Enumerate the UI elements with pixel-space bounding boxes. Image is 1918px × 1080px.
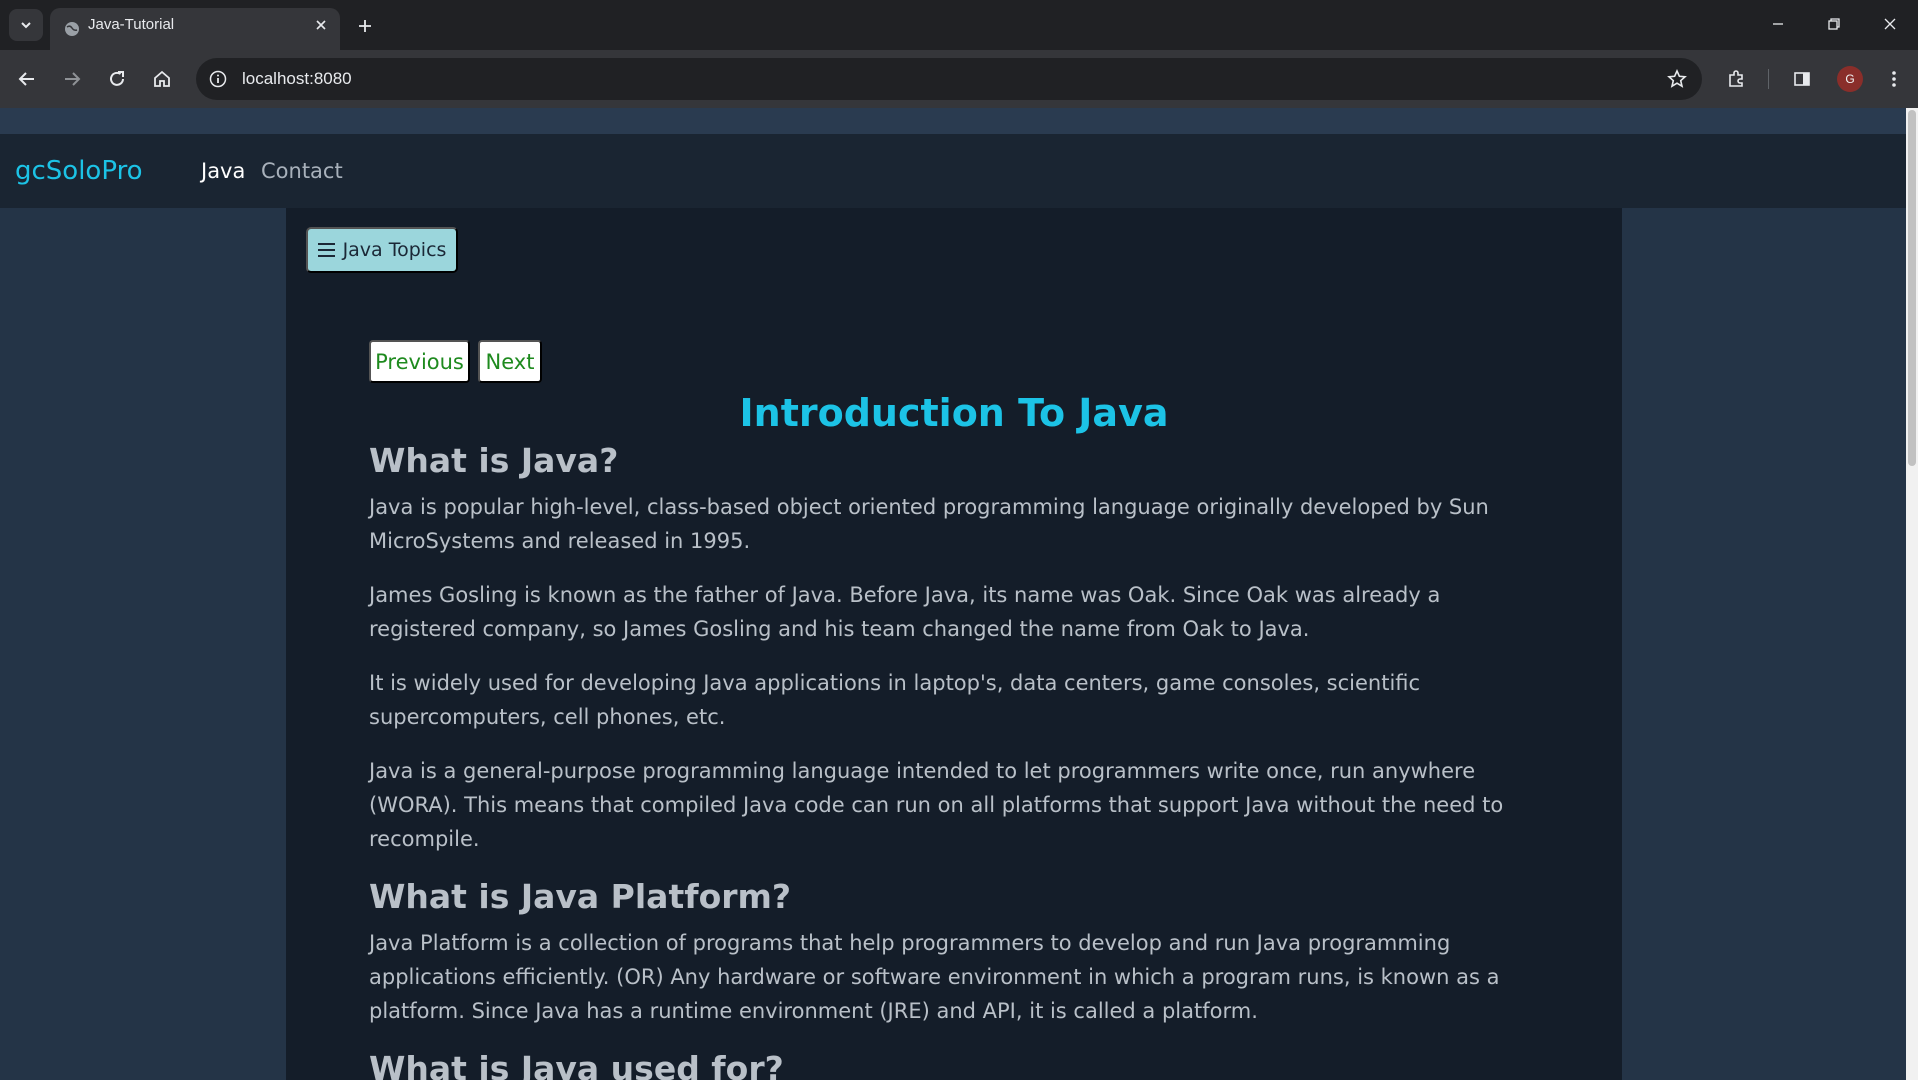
section-heading: What is Java used for? xyxy=(369,1049,784,1080)
hamburger-icon xyxy=(317,243,335,257)
paragraph: It is widely used for developing Java ap… xyxy=(369,671,1421,729)
article-body: What is Java? Java is popular high-level… xyxy=(369,440,1539,1080)
plus-icon[interactable] xyxy=(352,13,378,39)
tab-title: Java-Tutorial xyxy=(88,16,175,33)
browser-tab[interactable]: Java-Tutorial xyxy=(50,8,340,50)
site-navbar: gcSoloPro Java Contact xyxy=(0,134,1906,208)
tab-search-icon[interactable] xyxy=(9,9,43,41)
close-icon[interactable] xyxy=(312,16,330,34)
page-scrollbar[interactable] xyxy=(1906,108,1918,1080)
star-icon[interactable] xyxy=(1666,68,1688,90)
info-icon[interactable] xyxy=(206,67,230,91)
page-viewport: gcSoloPro Java Contact Java Topics Previ… xyxy=(0,108,1918,1080)
java-topics-button[interactable]: Java Topics xyxy=(306,227,458,273)
next-button[interactable]: Next xyxy=(478,340,542,383)
paragraph: James Gosling is known as the father of … xyxy=(369,583,1441,641)
paragraph: Java is a general-purpose programming la… xyxy=(369,759,1504,851)
nav-link-java[interactable]: Java xyxy=(201,134,245,208)
tab-strip: Java-Tutorial xyxy=(0,0,1918,50)
java-topics-label: Java Topics xyxy=(342,239,447,261)
reload-icon[interactable] xyxy=(101,63,133,95)
page-title: Introduction To Java xyxy=(739,391,1169,435)
back-arrow-icon[interactable] xyxy=(11,63,43,95)
browser-toolbar: localhost:8080 G xyxy=(0,50,1918,108)
section-heading: What is Java Platform? xyxy=(369,877,792,916)
toolbar-divider xyxy=(1768,69,1769,89)
kebab-menu-icon[interactable] xyxy=(1878,63,1910,95)
address-url[interactable]: localhost:8080 xyxy=(242,58,352,100)
minimize-icon[interactable] xyxy=(1750,0,1806,48)
section-heading: What is Java? xyxy=(369,441,619,480)
close-window-icon[interactable] xyxy=(1862,0,1918,48)
extensions-icon[interactable] xyxy=(1720,63,1752,95)
nav-link-contact[interactable]: Contact xyxy=(261,134,343,208)
top-strip xyxy=(0,108,1906,134)
previous-button[interactable]: Previous xyxy=(369,340,470,383)
globe-icon xyxy=(64,21,80,42)
paragraph: Java is popular high-level, class-based … xyxy=(369,495,1489,553)
main-content: Java Topics Previous Next Introduction T… xyxy=(286,208,1622,1080)
site-brand[interactable]: gcSoloPro xyxy=(15,134,143,208)
address-bar[interactable]: localhost:8080 xyxy=(196,58,1702,100)
scrollbar-thumb[interactable] xyxy=(1908,110,1916,466)
home-icon[interactable] xyxy=(146,63,178,95)
side-panel-icon[interactable] xyxy=(1786,63,1818,95)
profile-avatar[interactable]: G xyxy=(1837,66,1863,92)
paragraph: Java Platform is a collection of program… xyxy=(369,931,1500,1023)
forward-arrow-icon[interactable] xyxy=(56,63,88,95)
restore-icon[interactable] xyxy=(1806,0,1862,48)
